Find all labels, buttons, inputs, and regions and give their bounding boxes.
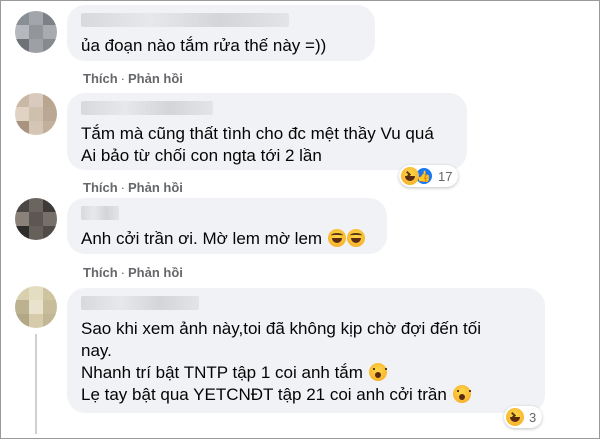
rofl-emoji-icon	[327, 229, 346, 247]
avatar[interactable]	[15, 11, 57, 53]
comment-actions: Thích · Phản hồi	[83, 265, 183, 280]
reply-button[interactable]: Phản hồi	[128, 265, 183, 280]
reply-button[interactable]: Phản hồi	[128, 180, 183, 195]
author-name-blurred[interactable]	[81, 206, 119, 220]
comment-actions: Thích · Phản hồi	[83, 71, 183, 86]
reaction-summary[interactable]: 👍 17	[399, 165, 459, 187]
comment-text: ủa đoạn nào tắm rửa thế này =))	[81, 36, 327, 55]
comment-bubble: ủa đoạn nào tắm rửa thế này =))	[67, 5, 375, 61]
reply-button[interactable]: Phản hồi	[128, 71, 183, 86]
shocked-emoji-icon	[452, 385, 471, 403]
comment-section: ủa đoạn nào tắm rửa thế này =)) Thích · Ph…	[0, 0, 600, 439]
comment-bubble: Sao khi xem ảnh này,toi đã không kịp chờ…	[67, 288, 545, 413]
reaction-summary[interactable]: 3	[504, 406, 543, 428]
comment-bubble: Anh cởi trần ơi. Mờ lem mờ lem	[67, 198, 387, 254]
comment-text: nay.	[81, 341, 112, 360]
reply-thread-line	[35, 334, 37, 434]
reaction-count: 3	[529, 409, 537, 425]
haha-icon	[506, 408, 524, 426]
separator: ·	[120, 71, 126, 86]
comment-bubble: Tắm mà cũng thất tình cho đc mệt thầy Vu…	[67, 93, 467, 170]
avatar[interactable]	[15, 286, 57, 328]
comment-text: Lẹ tay bật qua YETCNĐT tập 21 coi anh cở…	[81, 384, 531, 406]
comment-text: Ai bảo từ chối con ngta tới 2 lần	[81, 146, 322, 165]
like-button[interactable]: Thích	[83, 71, 118, 86]
comment-text: Nhanh trí bật TNTP tập 1 coi anh tắm	[81, 362, 531, 384]
comment-actions: Thích · Phản hồi	[83, 180, 183, 195]
rofl-emoji-icon	[346, 229, 365, 247]
separator: ·	[120, 180, 126, 195]
comment-text: Tắm mà cũng thất tình cho đc mệt thầy Vu…	[81, 124, 434, 143]
comment-text-content: Anh cởi trần ơi. Mờ lem mờ lem	[81, 229, 323, 248]
like-button[interactable]: Thích	[83, 265, 118, 280]
avatar[interactable]	[15, 93, 57, 135]
haha-icon	[401, 167, 419, 185]
reaction-count: 17	[438, 168, 453, 184]
comment-text: Anh cởi trần ơi. Mờ lem mờ lem	[81, 228, 373, 250]
author-name-blurred[interactable]	[81, 296, 199, 310]
avatar[interactable]	[15, 198, 57, 240]
author-name-blurred[interactable]	[81, 101, 213, 115]
like-button[interactable]: Thích	[83, 180, 118, 195]
separator: ·	[120, 265, 126, 280]
comment-text-content: Nhanh trí bật TNTP tập 1 coi anh tắm	[81, 363, 363, 382]
comment-text-content: Lẹ tay bật qua YETCNĐT tập 21 coi anh cở…	[81, 385, 447, 404]
author-name-blurred[interactable]	[81, 13, 289, 27]
comment-text: Sao khi xem ảnh này,toi đã không kịp chờ…	[81, 319, 481, 338]
shocked-emoji-icon	[368, 363, 387, 381]
